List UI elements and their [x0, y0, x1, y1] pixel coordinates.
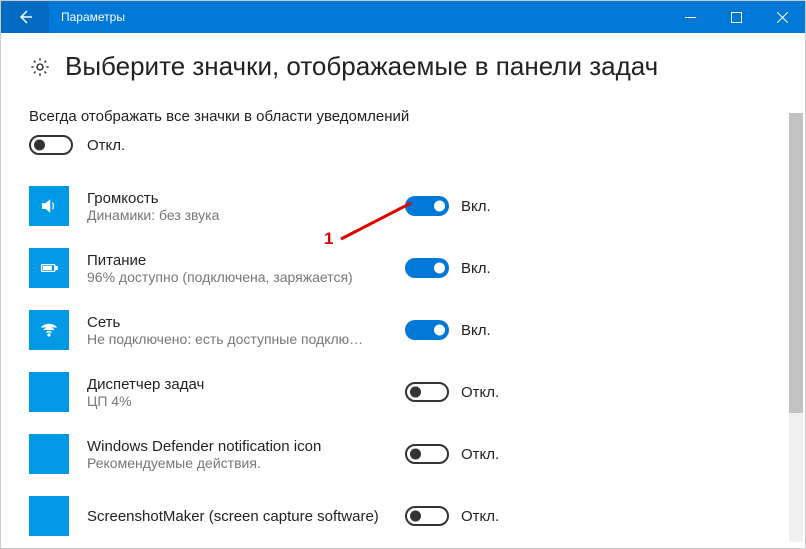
toggle-wrap: Откл. [405, 506, 499, 526]
back-button[interactable] [1, 1, 49, 33]
close-button[interactable] [759, 1, 805, 33]
item-toggle[interactable] [405, 258, 449, 278]
item-title: Громкость [87, 190, 387, 207]
master-toggle-row: Откл. [29, 135, 777, 155]
item-toggle[interactable] [405, 382, 449, 402]
toggle-wrap: Вкл. [405, 258, 491, 278]
toggle-wrap: Вкл. [405, 196, 491, 216]
item-text: СетьНе подключено: есть доступные подклю… [87, 314, 387, 347]
item-text: Питание96% доступно (подключена, заряжае… [87, 252, 387, 285]
volume-icon [29, 186, 69, 226]
item-title: Windows Defender notification icon [87, 438, 387, 455]
toggle-state-label: Вкл. [461, 322, 491, 339]
toggle-wrap: Откл. [405, 382, 499, 402]
toggle-state-label: Откл. [461, 446, 499, 463]
master-toggle-state: Откл. [87, 137, 125, 154]
item-subtitle: Не подключено: есть доступные подклю… [87, 331, 387, 347]
item-toggle[interactable] [405, 320, 449, 340]
page-title: Выберите значки, отображаемые в панели з… [65, 51, 658, 82]
item-toggle[interactable] [405, 506, 449, 526]
battery-icon [29, 248, 69, 288]
item-subtitle: 96% доступно (подключена, заряжается) [87, 269, 387, 285]
page-heading-row: Выберите значки, отображаемые в панели з… [29, 51, 777, 82]
toggle-state-label: Вкл. [461, 260, 491, 277]
toggle-wrap: Вкл. [405, 320, 491, 340]
wifi-icon [29, 310, 69, 350]
list-item: Диспетчер задачЦП 4% Откл. [29, 363, 777, 421]
item-toggle[interactable] [405, 196, 449, 216]
toggle-state-label: Откл. [461, 384, 499, 401]
list-item: Windows Defender notification iconРекоме… [29, 425, 777, 483]
items-list: ГромкостьДинамики: без звука Вкл. Питание9… [29, 177, 777, 545]
window-title: Параметры [49, 10, 667, 24]
close-icon [777, 12, 788, 23]
content-area: Выберите значки, отображаемые в панели з… [1, 33, 805, 548]
list-item: ScreenshotMaker (screen capture software… [29, 487, 777, 545]
blank-icon [29, 434, 69, 474]
maximize-button[interactable] [713, 1, 759, 33]
list-item: СетьНе подключено: есть доступные подклю… [29, 301, 777, 359]
item-title: Питание [87, 252, 387, 269]
item-text: Windows Defender notification iconРекоме… [87, 438, 387, 471]
list-item: ГромкостьДинамики: без звука Вкл. [29, 177, 777, 235]
item-text: ScreenshotMaker (screen capture software… [87, 508, 387, 525]
toggle-state-label: Откл. [461, 508, 499, 525]
toggle-state-label: Вкл. [461, 198, 491, 215]
gear-icon [29, 56, 51, 78]
item-text: Диспетчер задачЦП 4% [87, 376, 387, 409]
scrollbar-thumb[interactable] [789, 113, 803, 413]
master-toggle[interactable] [29, 135, 73, 155]
list-item: Питание96% доступно (подключена, заряжае… [29, 239, 777, 297]
item-title: Сеть [87, 314, 387, 331]
blank-icon [29, 372, 69, 412]
minimize-icon [685, 12, 696, 23]
item-text: ГромкостьДинамики: без звука [87, 190, 387, 223]
all-icons-label: Всегда отображать все значки в области у… [29, 108, 777, 125]
item-subtitle: ЦП 4% [87, 393, 387, 409]
maximize-icon [731, 12, 742, 23]
minimize-button[interactable] [667, 1, 713, 33]
titlebar: Параметры [1, 1, 805, 33]
item-title: Диспетчер задач [87, 376, 387, 393]
item-subtitle: Динамики: без звука [87, 207, 387, 223]
toggle-wrap: Откл. [405, 444, 499, 464]
item-title: ScreenshotMaker (screen capture software… [87, 508, 387, 525]
item-toggle[interactable] [405, 444, 449, 464]
arrow-left-icon [17, 9, 33, 25]
item-subtitle: Рекомендуемые действия. [87, 455, 387, 471]
blank-icon [29, 496, 69, 536]
